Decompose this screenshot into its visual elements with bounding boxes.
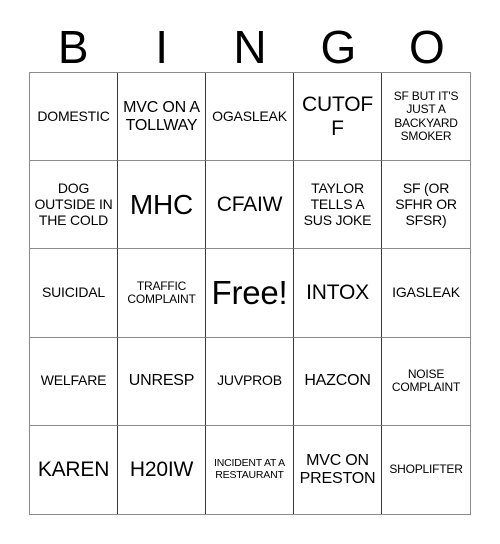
bingo-cell-label: WELFARE <box>40 372 107 389</box>
bingo-cell-label: SHOPLIFTER <box>389 462 463 477</box>
bingo-cell-label: IGASLEAK <box>392 284 460 301</box>
bingo-cell[interactable]: HAZCON <box>294 337 382 426</box>
bingo-cell-label: INCIDENT AT A RESTAURANT <box>214 457 285 481</box>
bingo-header-letter-o: O <box>408 21 445 73</box>
bingo-cell[interactable]: MVC ON PRESTON <box>294 425 382 514</box>
bingo-header-letter-b: B <box>57 21 89 73</box>
bingo-cell[interactable]: SF BUT IT'S JUST A BACKYARD SMOKER <box>382 73 470 162</box>
bingo-cell[interactable]: JUVPROB <box>206 337 294 426</box>
bingo-cell-label: MVC ON A TOLLWAY <box>123 98 200 134</box>
bingo-cell-label: MHC <box>129 189 194 221</box>
bingo-cell-label: UNRESP <box>128 372 195 390</box>
bingo-cell-label: CFAIW <box>216 193 283 217</box>
bingo-cell[interactable]: DOG OUTSIDE IN THE COLD <box>30 161 118 250</box>
bingo-cell[interactable]: MHC <box>118 161 206 250</box>
bingo-cell-label: INTOX <box>306 281 369 305</box>
bingo-cell-label: Free! <box>211 273 288 311</box>
bingo-cell[interactable]: TRAFFIC COMPLAINT <box>118 249 206 338</box>
bingo-cell-label: JUVPROB <box>217 372 282 389</box>
bingo-header-letter-g: G <box>320 21 357 73</box>
bingo-cell-label: DOMESTIC <box>37 107 110 124</box>
bingo-cell[interactable]: WELFARE <box>30 337 118 426</box>
bingo-cell[interactable]: CFAIW <box>206 161 294 250</box>
bingo-cell-label: SF (OR SFHR OR SFSR) <box>395 180 457 228</box>
bingo-cell[interactable]: SHOPLIFTER <box>382 425 470 514</box>
bingo-card: B I N G O DOMESTIC MVC ON A TOLLWAY OGAS… <box>0 0 500 544</box>
bingo-cell-free[interactable]: Free! <box>206 249 294 338</box>
bingo-cell[interactable]: NOISE COMPLAINT <box>382 337 470 426</box>
bingo-cell[interactable]: INCIDENT AT A RESTAURANT <box>206 425 294 514</box>
bingo-cell[interactable]: OGASLEAK <box>206 73 294 162</box>
bingo-cell-label: TAYLOR TELLS A SUS JOKE <box>303 180 372 228</box>
bingo-grid: DOMESTIC MVC ON A TOLLWAY OGASLEAK CUTOF… <box>29 72 471 515</box>
bingo-cell-label: KAREN <box>37 458 110 482</box>
bingo-header-row: B I N G O <box>29 14 471 72</box>
bingo-cell-label: H20IW <box>129 458 194 482</box>
bingo-cell[interactable]: TAYLOR TELLS A SUS JOKE <box>294 161 382 250</box>
bingo-cell-label: NOISE COMPLAINT <box>391 366 461 395</box>
bingo-cell[interactable]: DOMESTIC <box>30 73 118 162</box>
bingo-cell-label: TRAFFIC COMPLAINT <box>127 278 196 306</box>
bingo-header-letter-n: N <box>233 21 267 73</box>
bingo-cell-label: DOG OUTSIDE IN THE COLD <box>34 180 113 228</box>
bingo-cell[interactable]: MVC ON A TOLLWAY <box>118 73 206 162</box>
bingo-cell[interactable]: CUTOFF <box>294 73 382 162</box>
bingo-cell[interactable]: UNRESP <box>118 337 206 426</box>
bingo-header-letter-i: I <box>155 21 168 73</box>
bingo-cell-label: HAZCON <box>304 372 371 390</box>
bingo-cell[interactable]: INTOX <box>294 249 382 338</box>
bingo-cell-label: CUTOFF <box>302 93 373 140</box>
bingo-cell-label: SF BUT IT'S JUST A BACKYARD SMOKER <box>393 88 459 144</box>
bingo-cell[interactable]: IGASLEAK <box>382 249 470 338</box>
bingo-cell[interactable]: SUICIDAL <box>30 249 118 338</box>
bingo-cell-label: OGASLEAK <box>212 107 287 124</box>
bingo-cell[interactable]: H20IW <box>118 425 206 514</box>
bingo-cell-label: MVC ON PRESTON <box>299 451 376 487</box>
bingo-cell[interactable]: SF (OR SFHR OR SFSR) <box>382 161 470 250</box>
bingo-cell[interactable]: KAREN <box>30 425 118 514</box>
bingo-cell-label: SUICIDAL <box>42 284 105 301</box>
